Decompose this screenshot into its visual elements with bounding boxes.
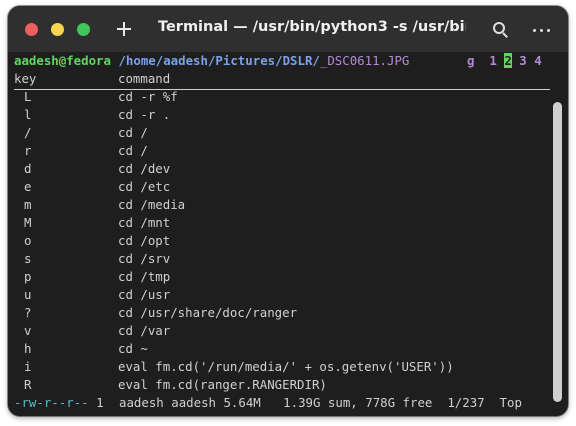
tab-3[interactable]: 3 [519, 53, 526, 68]
window-title: Terminal — /usr/bin/python3 -s /usr/bin/… [158, 19, 466, 35]
tab-1[interactable]: 1 [489, 53, 496, 68]
table-row-command: cd / [118, 143, 148, 158]
scrollbar[interactable] [553, 102, 562, 402]
plus-icon[interactable] [112, 14, 138, 44]
table-row-key: ? [24, 305, 32, 320]
search-icon[interactable] [490, 19, 512, 41]
table-row-command: cd /mnt [118, 215, 171, 230]
table-row-command: cd /var [118, 323, 171, 338]
table-row-key: u [24, 287, 32, 302]
terminal-window: Terminal — /usr/bin/python3 -s /usr/bin/… [8, 6, 568, 416]
search-icon-handle [502, 32, 508, 38]
table-row-command: cd /media [118, 197, 186, 212]
table-row-command: cd /usr/share/doc/ranger [118, 305, 298, 320]
file-owner: aadesh [119, 395, 164, 410]
table-row-key: / [24, 125, 32, 140]
command-column-header-wrap: command [118, 70, 170, 88]
table-row-key: h [24, 341, 32, 356]
file-size: 5.64M [223, 395, 261, 410]
table-row-key: s [24, 251, 32, 266]
table-row-key: v [24, 323, 32, 338]
table-row-command: cd -r . [118, 107, 171, 122]
menu-dot [540, 29, 543, 32]
table-row-command: cd /dev [118, 161, 171, 176]
current-file: _DSC0611.JPG [319, 53, 410, 68]
ranger-header: aadesh@fedora /home/aadesh/Pictures/DSLR… [14, 52, 409, 70]
table-row-key: M [24, 215, 32, 230]
file-group: aadesh [171, 395, 216, 410]
header-divider [14, 89, 550, 90]
more-icon[interactable] [530, 19, 552, 41]
menu-dot [547, 29, 550, 32]
file-permissions: -rw-r--r-- [14, 395, 89, 410]
tab-2[interactable]: 2 [504, 53, 512, 68]
table-row-key: p [24, 269, 32, 284]
table-row-command: cd ~ [118, 341, 148, 356]
maximize-button[interactable] [77, 23, 90, 36]
title-bar[interactable]: Terminal — /usr/bin/python3 -s /usr/bin/… [8, 6, 568, 52]
tab-mode: g [467, 53, 475, 68]
table-row-command: eval fm.cd(ranger.RANGERDIR) [118, 377, 327, 392]
tab-indicator: g 1 2 3 4 [467, 52, 542, 70]
table-row-key: r [24, 143, 32, 158]
terminal-content[interactable]: aadesh@fedora /home/aadesh/Pictures/DSLR… [8, 52, 568, 416]
table-row-command: cd /etc [118, 179, 171, 194]
table-row-key: d [24, 161, 32, 176]
table-row-command: cd /srv [118, 251, 171, 266]
table-row-key: L [24, 89, 32, 104]
command-column-header: command [118, 71, 171, 86]
table-row-command: cd -r %f [118, 89, 178, 104]
table-row-key: i [24, 359, 32, 374]
table-row-command: eval fm.cd('/run/media/' + os.getenv('US… [118, 359, 454, 374]
table-row-key: e [24, 179, 32, 194]
table-row-command: cd /usr [118, 287, 171, 302]
user-host: aadesh@fedora [14, 53, 111, 68]
column-header: key [14, 70, 36, 88]
tab-4[interactable]: 4 [534, 53, 541, 68]
minimize-button[interactable] [51, 23, 64, 36]
table-row-key: m [24, 197, 32, 212]
table-row-command: cd /tmp [118, 269, 171, 284]
key-column-header: key [14, 71, 37, 86]
table-row-key: R [24, 377, 32, 392]
close-button[interactable] [25, 23, 38, 36]
table-row-command: cd / [118, 125, 148, 140]
current-path: /home/aadesh/Pictures/DSLR/ [118, 53, 320, 68]
file-position: 1/237 [447, 395, 485, 410]
table-row-command: cd /opt [118, 233, 171, 248]
status-bar: -rw-r--r-- 1 [14, 394, 104, 412]
link-count: 1 [96, 395, 104, 410]
free-space: 778G free [365, 395, 433, 410]
menu-dot [533, 29, 536, 32]
status-details: aadesh aadesh 5.64M 1.39G sum, 778G free… [119, 394, 522, 412]
table-row-key: o [24, 233, 32, 248]
scroll-position: Top [499, 395, 522, 410]
table-row-key: l [24, 107, 32, 122]
dir-sum: 1.39G sum, [283, 395, 358, 410]
